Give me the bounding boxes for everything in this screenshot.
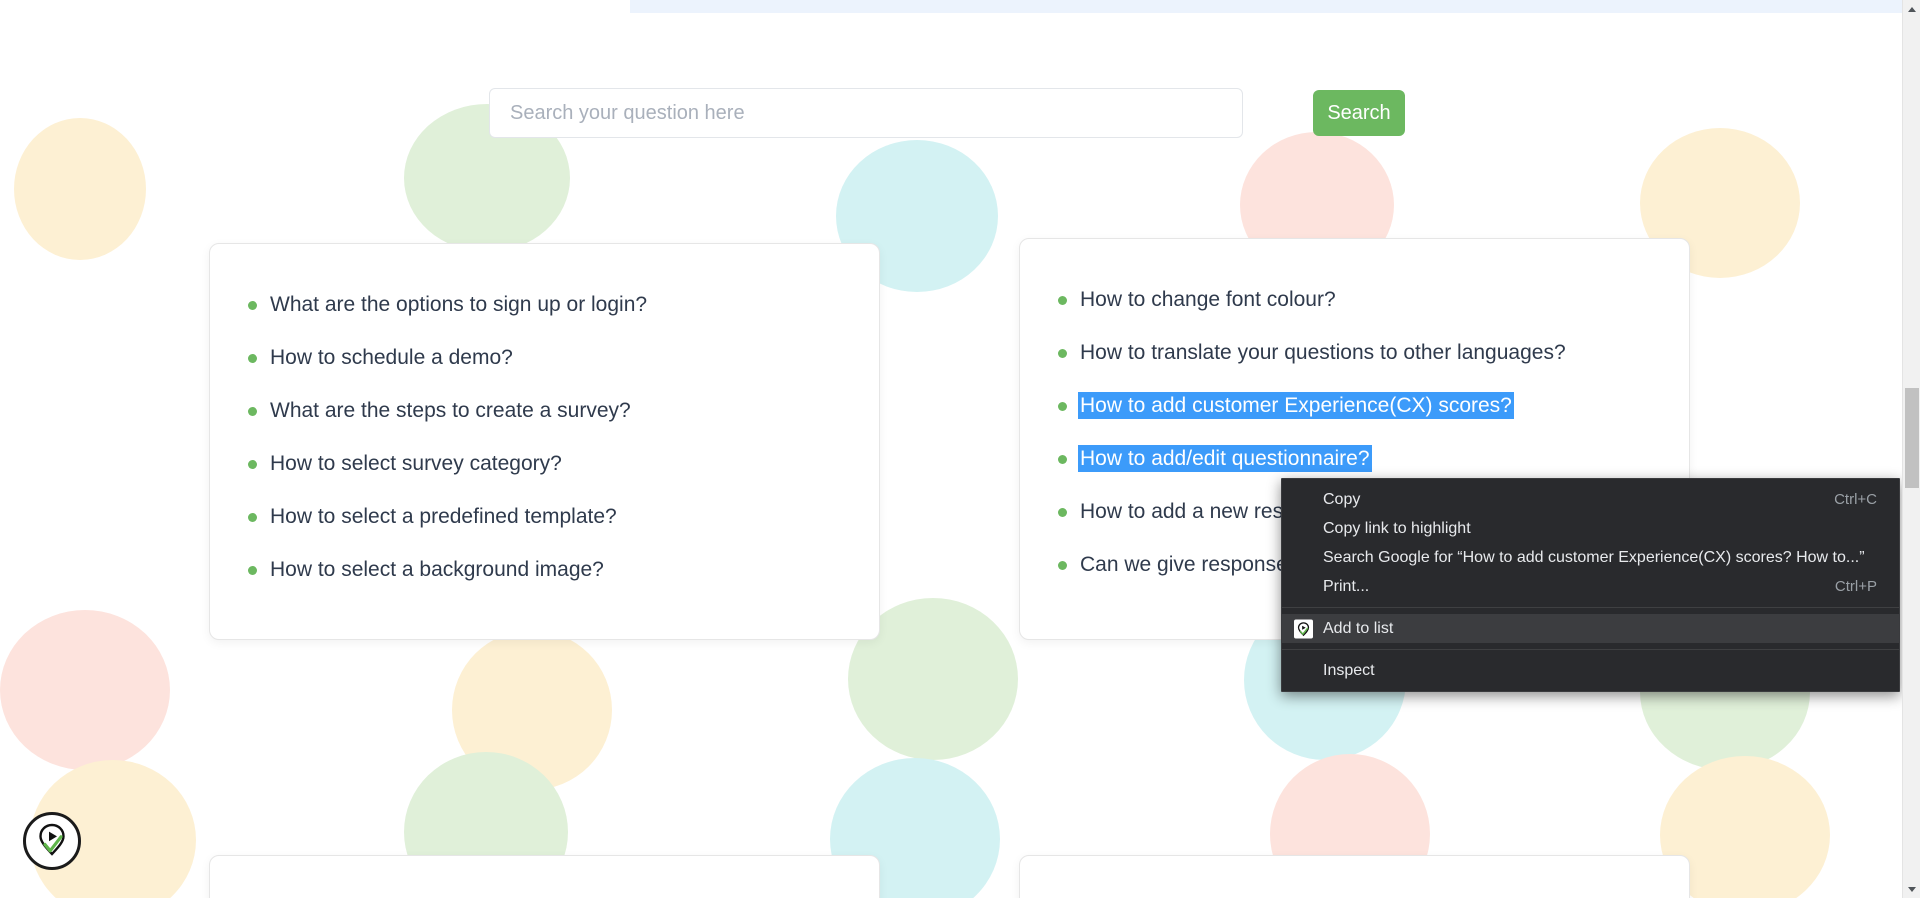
scrollbar-thumb[interactable] xyxy=(1905,388,1919,488)
faq-question-text: How to select a predefined template? xyxy=(270,505,617,528)
context-menu-item-label: Search Google for “How to add customer E… xyxy=(1323,549,1877,567)
bullet-dot-icon xyxy=(248,407,257,416)
bullet-dot-icon xyxy=(1058,349,1067,358)
faq-question-text: How to select a background image? xyxy=(270,558,604,581)
faq-list-item[interactable]: How to translate your questions to other… xyxy=(1020,340,1689,366)
context-menu-separator xyxy=(1282,607,1899,608)
faq-list: What are the options to sign up or login… xyxy=(210,244,879,583)
page-root: Search What are the options to sign up o… xyxy=(0,0,1920,898)
faq-card-left: What are the options to sign up or login… xyxy=(209,243,880,640)
bullet-dot-icon xyxy=(248,354,257,363)
floating-logo-widget[interactable] xyxy=(23,812,81,870)
bullet-dot-icon xyxy=(1058,508,1067,517)
faq-question-text: How to select survey category? xyxy=(270,452,562,475)
context-menu-item-label: Print... xyxy=(1323,578,1811,596)
bullet-dot-icon xyxy=(248,513,257,522)
context-menu-item[interactable]: Copy Ctrl+C xyxy=(1282,485,1899,514)
faq-question-text: How to translate your questions to other… xyxy=(1080,341,1566,364)
bullet-dot-icon xyxy=(1058,296,1067,305)
search-button[interactable]: Search xyxy=(1313,90,1405,136)
context-menu-item-shortcut: Ctrl+C xyxy=(1834,491,1877,508)
context-menu-item[interactable]: Copy link to highlight xyxy=(1282,514,1899,543)
faq-question-text: How to change font colour? xyxy=(1080,288,1336,311)
faq-list-item[interactable]: How to select a predefined template? xyxy=(210,504,879,530)
faq-list-item[interactable]: How to add customer Experience(CX) score… xyxy=(1020,393,1689,419)
context-menu-item-label: Inspect xyxy=(1323,662,1877,680)
decorative-blob xyxy=(0,610,170,770)
bullet-dot-icon xyxy=(248,460,257,469)
context-menu-item[interactable]: Print... Ctrl+P xyxy=(1282,572,1899,601)
context-menu-separator xyxy=(1282,649,1899,650)
faq-list-item[interactable]: What are the steps to create a survey? xyxy=(210,398,879,424)
context-menu-item[interactable]: Search Google for “How to add customer E… xyxy=(1282,543,1899,572)
search-input[interactable] xyxy=(489,88,1243,138)
search-row: Search xyxy=(0,88,1902,144)
faq-question-text: What are the steps to create a survey? xyxy=(270,399,631,422)
faq-card-bottom-left xyxy=(209,855,880,898)
page-header-band xyxy=(630,0,1902,13)
location-pin-play-check-icon xyxy=(1294,619,1313,638)
location-pin-play-check-icon xyxy=(32,819,72,864)
faq-card-bottom-right xyxy=(1019,855,1690,898)
faq-list-item[interactable]: What are the options to sign up or login… xyxy=(210,292,879,318)
context-menu-item[interactable]: Inspect xyxy=(1282,656,1899,685)
vertical-scrollbar[interactable] xyxy=(1902,0,1920,898)
scroll-up-arrow-icon[interactable] xyxy=(1903,0,1920,18)
bullet-dot-icon xyxy=(248,301,257,310)
context-menu-item[interactable]: Add to list xyxy=(1282,614,1899,643)
faq-list-item[interactable]: How to add/edit questionnaire? xyxy=(1020,446,1689,472)
browser-context-menu[interactable]: Copy Ctrl+C Copy link to highlight Search G… xyxy=(1281,478,1900,692)
faq-question-text: What are the options to sign up or login… xyxy=(270,293,647,316)
bullet-dot-icon xyxy=(1058,455,1067,464)
faq-question-text: How to add/edit questionnaire? xyxy=(1080,447,1370,470)
bullet-dot-icon xyxy=(248,566,257,575)
faq-list-item[interactable]: How to select survey category? xyxy=(210,451,879,477)
faq-list-item[interactable]: How to change font colour? xyxy=(1020,287,1689,313)
faq-list-item[interactable]: How to schedule a demo? xyxy=(210,345,879,371)
context-menu-item-label: Copy xyxy=(1323,491,1810,509)
faq-question-text: How to schedule a demo? xyxy=(270,346,513,369)
bullet-dot-icon xyxy=(1058,561,1067,570)
faq-list xyxy=(1020,856,1689,898)
faq-list xyxy=(210,856,879,898)
scroll-down-arrow-icon[interactable] xyxy=(1903,880,1920,898)
faq-list-item[interactable]: How to select a background image? xyxy=(210,557,879,583)
faq-question-text: How to add customer Experience(CX) score… xyxy=(1080,394,1512,417)
context-menu-item-label: Add to list xyxy=(1323,620,1877,638)
context-menu-item-label: Copy link to highlight xyxy=(1323,520,1877,538)
context-menu-item-shortcut: Ctrl+P xyxy=(1835,578,1877,595)
bullet-dot-icon xyxy=(1058,402,1067,411)
